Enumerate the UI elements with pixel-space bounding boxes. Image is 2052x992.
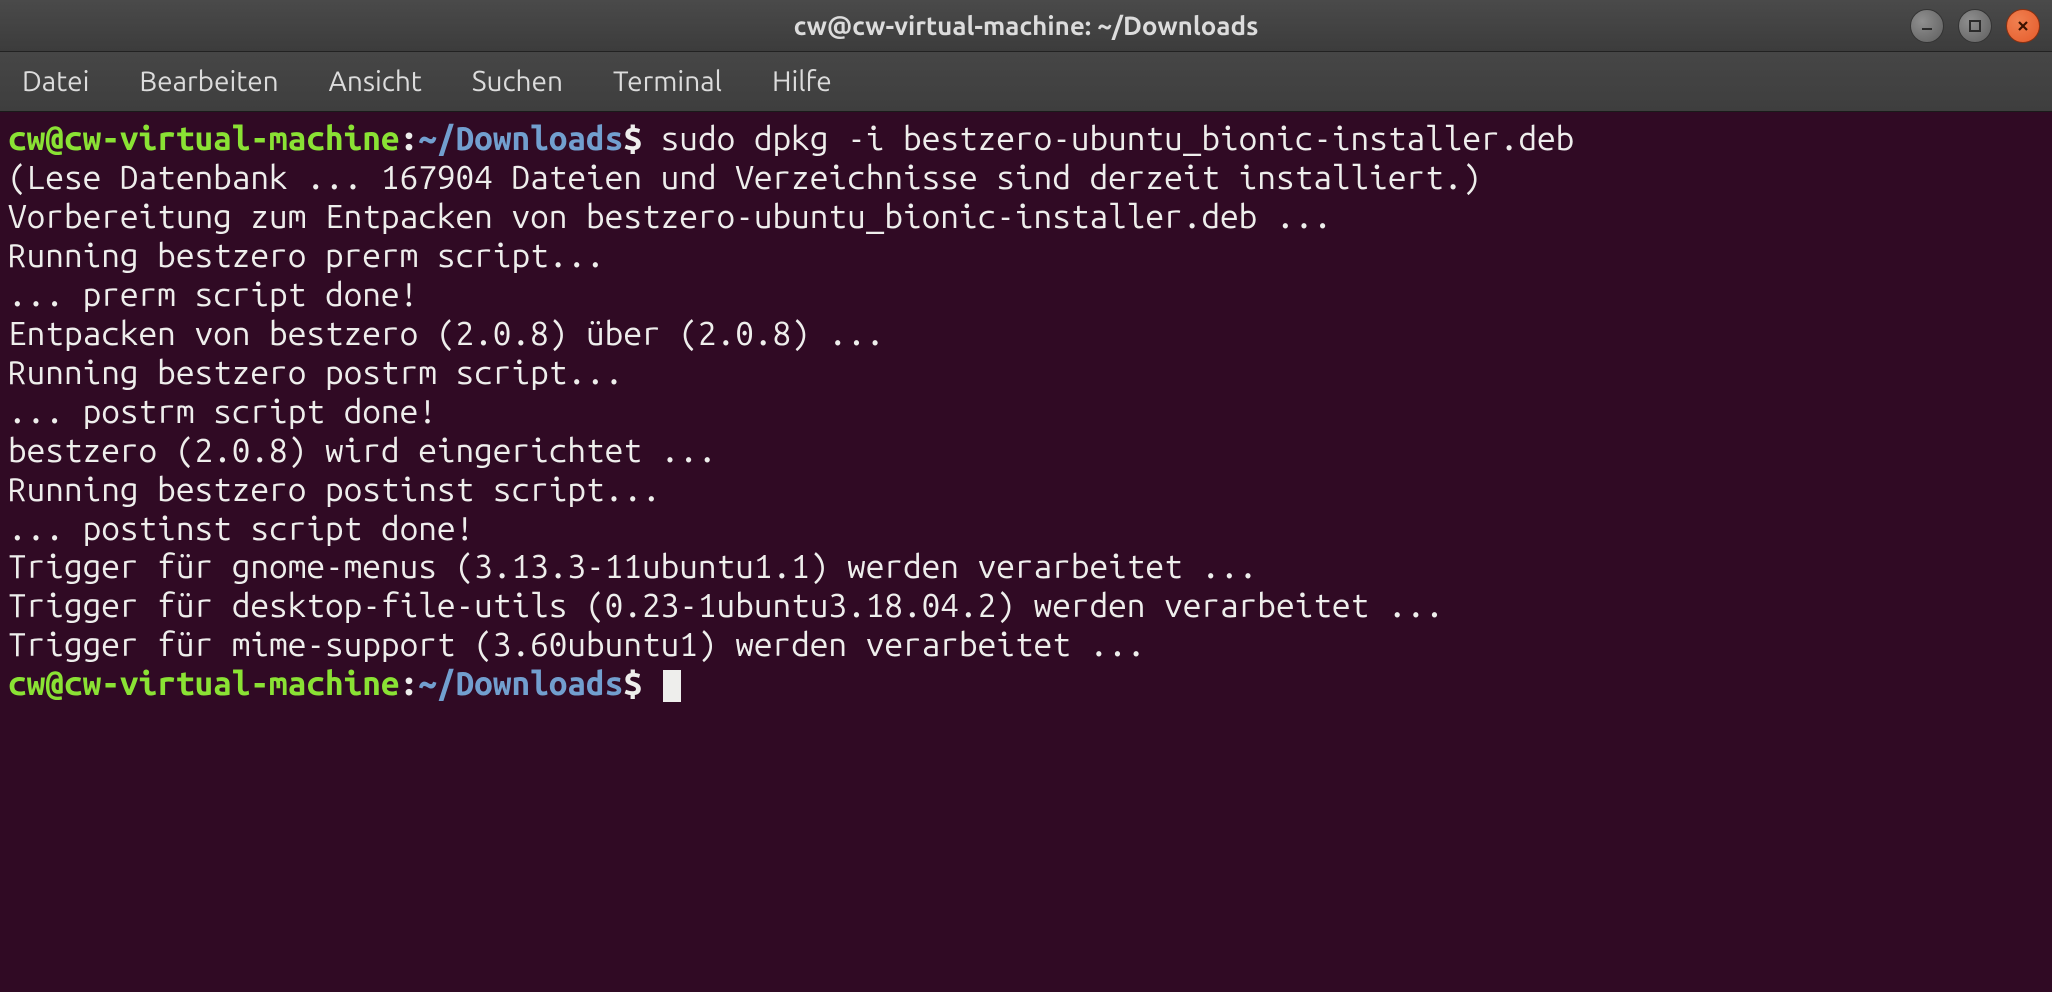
output-line: (Lese Datenbank ... 167904 Dateien und V… [8, 159, 2044, 198]
output-line: Entpacken von bestzero (2.0.8) über (2.0… [8, 315, 2044, 354]
command-line-2: cw@cw-virtual-machine:~/Downloads$ [8, 665, 2044, 704]
output-line: Trigger für gnome-menus (3.13.3-11ubuntu… [8, 548, 2044, 587]
output-line: Trigger für desktop-file-utils (0.23-1ub… [8, 587, 2044, 626]
output-line: ... prerm script done! [8, 276, 2044, 315]
menu-terminal[interactable]: Terminal [605, 62, 730, 101]
output-line: Running bestzero prerm script... [8, 237, 2044, 276]
menu-ansicht[interactable]: Ansicht [321, 62, 430, 101]
command-text-2 [642, 665, 661, 702]
output-line: ... postrm script done! [8, 393, 2044, 432]
prompt-path-2: ~/Downloads [418, 665, 623, 702]
maximize-button[interactable] [1958, 9, 1992, 43]
output-line: ... postinst script done! [8, 510, 2044, 549]
minimize-button[interactable] [1910, 9, 1944, 43]
window-controls [1910, 9, 2040, 43]
menubar: Datei Bearbeiten Ansicht Suchen Terminal… [0, 52, 2052, 112]
output-line: Running bestzero postrm script... [8, 354, 2044, 393]
window-title: cw@cw-virtual-machine: ~/Downloads [794, 11, 1259, 40]
prompt-user-host-2: cw@cw-virtual-machine [8, 665, 400, 702]
prompt-symbol: $ [623, 120, 642, 157]
prompt-symbol-2: $ [623, 665, 642, 702]
titlebar: cw@cw-virtual-machine: ~/Downloads [0, 0, 2052, 52]
menu-suchen[interactable]: Suchen [464, 62, 571, 101]
minimize-icon [1919, 18, 1935, 34]
prompt-colon: : [400, 120, 419, 157]
cursor [663, 670, 681, 702]
prompt-colon-2: : [400, 665, 419, 702]
output-line: bestzero (2.0.8) wird eingerichtet ... [8, 432, 2044, 471]
prompt-user-host: cw@cw-virtual-machine [8, 120, 400, 157]
output-container: (Lese Datenbank ... 167904 Dateien und V… [8, 159, 2044, 665]
output-line: Running bestzero postinst script... [8, 471, 2044, 510]
output-line: Trigger für mime-support (3.60ubuntu1) w… [8, 626, 2044, 665]
terminal-body[interactable]: cw@cw-virtual-machine:~/Downloads$ sudo … [0, 112, 2052, 992]
menu-hilfe[interactable]: Hilfe [764, 62, 840, 101]
prompt-path: ~/Downloads [418, 120, 623, 157]
terminal-window: cw@cw-virtual-machine: ~/Downloads Datei… [0, 0, 2052, 992]
output-line: Vorbereitung zum Entpacken von bestzero-… [8, 198, 2044, 237]
close-button[interactable] [2006, 9, 2040, 43]
close-icon [2015, 18, 2031, 34]
menu-bearbeiten[interactable]: Bearbeiten [131, 62, 286, 101]
menu-datei[interactable]: Datei [14, 62, 97, 101]
command-line-1: cw@cw-virtual-machine:~/Downloads$ sudo … [8, 120, 2044, 159]
command-text-1: sudo dpkg -i bestzero-ubuntu_bionic-inst… [642, 120, 1574, 157]
maximize-icon [1967, 18, 1983, 34]
